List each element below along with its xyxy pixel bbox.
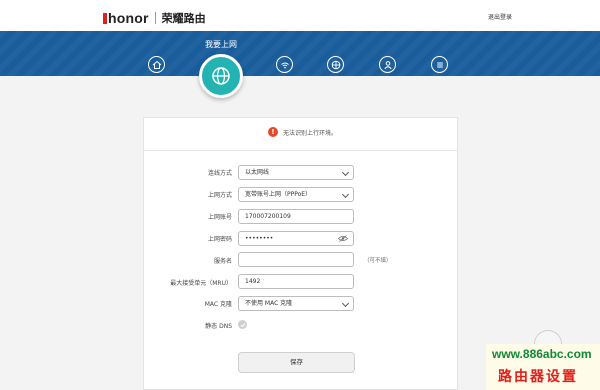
nav-band bbox=[0, 31, 600, 76]
account-input[interactable]: 170007200109 bbox=[238, 209, 354, 224]
internet-mode-value: 宽带账号上网（PPPoE） bbox=[245, 191, 312, 198]
connection-type-value: 以太网线 bbox=[245, 169, 270, 176]
hide-password-icon[interactable] bbox=[338, 235, 348, 242]
alert-banner: ! 无法识别上行环境。 bbox=[268, 127, 337, 137]
globe-icon[interactable] bbox=[199, 54, 243, 98]
brand-name: honor bbox=[108, 10, 149, 26]
check-icon bbox=[240, 322, 245, 327]
internet-mode-select[interactable]: 宽带账号上网（PPPoE） bbox=[238, 187, 354, 202]
honor-logo: honor 荣耀路由 bbox=[103, 10, 206, 26]
password-value: •••••••• bbox=[245, 235, 274, 242]
mru-input[interactable]: 1492 bbox=[238, 274, 354, 289]
warning-icon: ! bbox=[268, 127, 278, 137]
save-button[interactable]: 保存 bbox=[238, 352, 355, 373]
account-label: 上网账号 bbox=[207, 214, 232, 221]
network-icon[interactable] bbox=[327, 56, 344, 73]
menu-icon[interactable] bbox=[431, 56, 448, 73]
home-icon[interactable] bbox=[148, 56, 165, 73]
watermark-url: www.886abc.com bbox=[492, 347, 592, 361]
watermark-text: 路由器设置 bbox=[498, 369, 578, 385]
password-label: 上网密码 bbox=[207, 236, 232, 243]
nav-title: 我要上网 bbox=[205, 40, 237, 49]
chevron-down-icon bbox=[341, 299, 350, 308]
password-input[interactable]: •••••••• bbox=[238, 231, 354, 246]
service-name-label: 服务名 bbox=[213, 258, 232, 265]
mac-clone-select[interactable]: 不使用 MAC 克隆 bbox=[238, 296, 354, 311]
logout-link[interactable]: 退出登录 bbox=[488, 12, 512, 21]
wifi-icon[interactable] bbox=[276, 56, 293, 73]
logo-mark bbox=[103, 12, 107, 24]
connection-type-select[interactable]: 以太网线 bbox=[238, 165, 354, 180]
user-icon[interactable] bbox=[379, 56, 396, 73]
mru-value: 1492 bbox=[245, 278, 261, 285]
connection-type-label: 连线方式 bbox=[207, 170, 232, 177]
static-dns-toggle[interactable] bbox=[238, 320, 247, 329]
alert-text: 无法识别上行环境。 bbox=[283, 129, 338, 137]
chevron-down-icon bbox=[341, 168, 350, 177]
static-dns-label: 静态 DNS bbox=[205, 323, 232, 330]
internet-mode-label: 上网方式 bbox=[207, 192, 232, 199]
account-value: 170007200109 bbox=[245, 213, 291, 220]
product-name: 荣耀路由 bbox=[161, 12, 206, 25]
top-header: honor 荣耀路由 退出登录 bbox=[0, 0, 600, 31]
card-divider bbox=[143, 150, 458, 151]
mru-label: 最大接受单元（MRU） bbox=[170, 280, 232, 287]
service-name-hint: （可不填） bbox=[364, 258, 392, 264]
chevron-down-icon bbox=[341, 190, 350, 199]
service-name-input[interactable] bbox=[238, 252, 354, 267]
mac-clone-value: 不使用 MAC 克隆 bbox=[245, 300, 293, 307]
logo-separator bbox=[154, 12, 156, 24]
mac-clone-label: MAC 克隆 bbox=[204, 301, 232, 308]
